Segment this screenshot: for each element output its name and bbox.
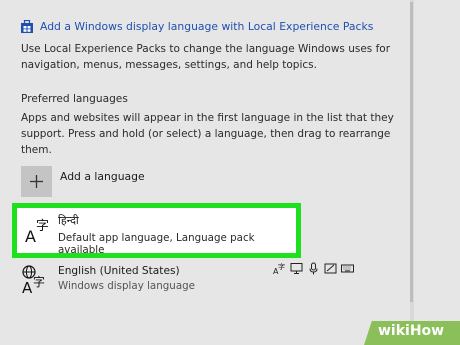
local-experience-link[interactable]: Add a Windows display language with Loca… <box>40 20 373 33</box>
language-detail: Default app language, Language pack avai… <box>58 232 255 256</box>
plus-icon <box>30 175 43 188</box>
language-detail: Windows display language <box>58 280 196 292</box>
language-globe-icon: A 字 <box>22 265 45 294</box>
add-language-label: Add a language <box>60 170 145 183</box>
add-language-button[interactable]: Add a language <box>21 166 145 197</box>
local-experience-link-row[interactable]: Add a Windows display language with Loca… <box>21 20 373 33</box>
preferred-languages-description: Apps and websites will appear in the fir… <box>21 112 394 156</box>
language-pack-icon: A 字 <box>273 262 285 275</box>
language-name: English (United States) <box>58 265 180 277</box>
scrollbar-thumb[interactable] <box>410 2 413 302</box>
svg-text:A: A <box>22 279 33 294</box>
language-item-hindi[interactable]: A 字 हिन्दी Default app language, Languag… <box>12 203 301 258</box>
display-icon <box>290 263 303 274</box>
store-bag-icon <box>21 20 33 33</box>
svg-text:字: 字 <box>33 274 45 289</box>
display-language-description: Use Local Experience Packs to change the… <box>21 43 391 71</box>
language-settings-panel: Add a Windows display language with Loca… <box>0 0 410 345</box>
language-feature-icons: A 字 <box>273 262 354 275</box>
svg-text:A: A <box>25 227 36 244</box>
language-icon: A 字 <box>25 219 49 244</box>
watermark-text: wikiHow <box>378 323 445 339</box>
handwriting-icon <box>324 263 337 274</box>
language-name: हिन्दी <box>58 214 79 227</box>
svg-text:字: 字 <box>36 219 49 234</box>
svg-text:字: 字 <box>278 262 285 271</box>
add-language-box[interactable] <box>21 166 52 197</box>
preferred-languages-heading: Preferred languages <box>21 93 128 105</box>
keyboard-icon <box>341 264 354 273</box>
speech-icon <box>309 262 318 275</box>
language-item-english[interactable]: A 字 English (United States) Windows disp… <box>17 262 397 296</box>
